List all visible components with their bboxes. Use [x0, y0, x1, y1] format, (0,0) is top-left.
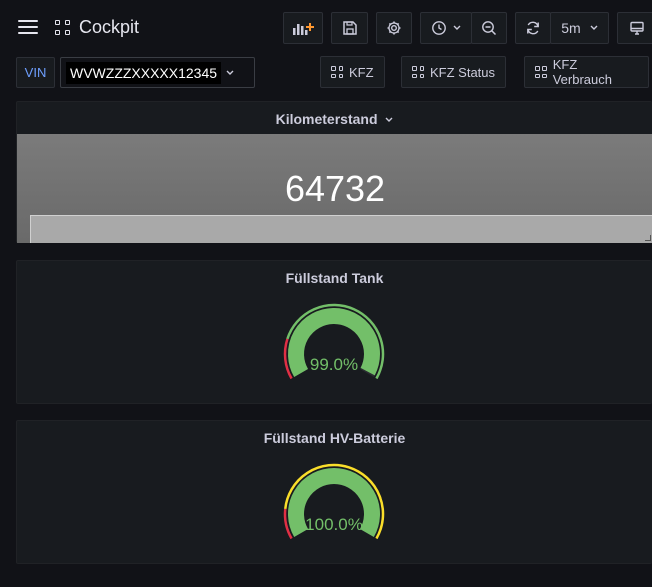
panel-fuellstand-tank: Füllstand Tank 99.0%: [16, 260, 652, 404]
dashboard-grid-icon: [55, 20, 70, 35]
gauge-battery: [283, 463, 385, 540]
chevron-down-icon: [453, 25, 461, 30]
save-icon: [342, 21, 357, 35]
tv-mode-button[interactable]: [617, 12, 652, 44]
chevron-down-icon: [385, 117, 393, 123]
link-kfz-verbrauch-label: KFZ Verbrauch: [552, 57, 612, 87]
vin-variable-select[interactable]: WVWZZZXXXXX12345: [60, 57, 255, 88]
panel-kilometerstand: Kilometerstand 64732: [16, 101, 652, 243]
add-panel-button[interactable]: [283, 12, 323, 44]
gauge-tank: [283, 303, 385, 380]
stat-sparkline-area: [30, 215, 652, 243]
time-picker-button[interactable]: [420, 12, 472, 44]
panel-title: Kilometerstand: [275, 111, 378, 127]
clock-icon: [432, 21, 446, 35]
zoom-out-icon: [482, 21, 497, 36]
chevron-down-icon: [590, 25, 598, 30]
chevron-down-icon: [226, 70, 234, 75]
monitor-icon: [630, 21, 644, 35]
vin-variable-value: WVWZZZXXXXX12345: [66, 61, 222, 84]
zoom-out-button[interactable]: [471, 12, 507, 44]
vin-variable-label: VIN: [16, 57, 55, 88]
gauge-value: 99.0%: [309, 355, 359, 374]
dashboard-title-area[interactable]: Cockpit: [55, 17, 139, 38]
link-kfz-verbrauch[interactable]: KFZ Verbrauch: [524, 56, 649, 88]
gauge-value: 100.0%: [305, 515, 363, 534]
link-kfz-status[interactable]: KFZ Status: [401, 56, 507, 88]
resize-handle[interactable]: [645, 235, 651, 241]
refresh-interval-picker[interactable]: 5m: [550, 12, 609, 44]
link-kfz[interactable]: KFZ: [320, 56, 385, 88]
refresh-interval-label: 5m: [561, 20, 581, 36]
gear-icon: [387, 21, 401, 35]
link-kfz-status-label: KFZ Status: [430, 64, 496, 80]
dashboard-link-icon: [535, 66, 547, 78]
menu-icon[interactable]: [18, 20, 38, 35]
refresh-button[interactable]: [515, 12, 551, 44]
dashboard-title[interactable]: Cockpit: [79, 17, 139, 38]
panel-header-kilometerstand[interactable]: Kilometerstand: [17, 111, 652, 127]
link-kfz-label: KFZ: [349, 64, 374, 80]
settings-button[interactable]: [376, 12, 412, 44]
stat-value: 64732: [284, 168, 386, 209]
save-dashboard-button[interactable]: [331, 12, 368, 44]
dashboard-link-icon: [331, 66, 343, 78]
add-panel-icon: [293, 23, 314, 35]
stat-background: 64732: [17, 134, 652, 243]
panel-fuellstand-hv-batterie: Füllstand HV-Batterie 100.0%: [16, 420, 652, 564]
refresh-icon: [527, 21, 539, 35]
dashboard-link-icon: [412, 66, 424, 78]
top-bar: Cockpit 5m: [0, 0, 652, 56]
